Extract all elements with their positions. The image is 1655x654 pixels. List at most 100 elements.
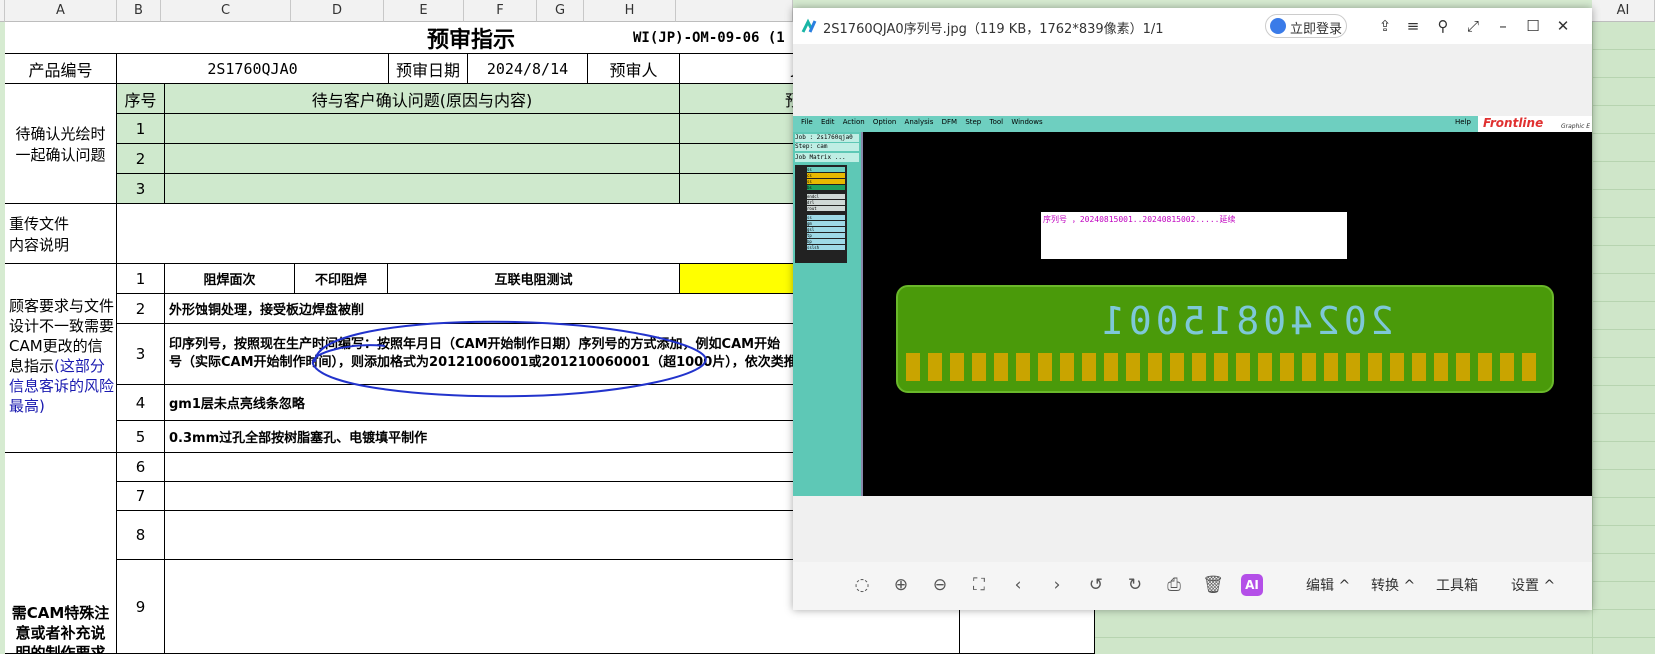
item1-solder-side[interactable]: 阻焊面次 (165, 264, 295, 294)
layer-item[interactable]: sslsh (807, 245, 845, 250)
edit-menu[interactable]: 编辑 ^ (1306, 575, 1350, 595)
layer-item[interactable]: rout (807, 206, 845, 211)
menu-icon[interactable]: ≡ (1403, 16, 1423, 36)
cam-brand-sub: Graphic E (1561, 123, 1591, 130)
column-header-i[interactable] (676, 0, 793, 22)
layer-item[interactable]: ss (807, 167, 845, 172)
product-label[interactable]: 产品编号 (5, 54, 117, 84)
question-cell[interactable] (165, 114, 680, 144)
fit-screen-icon[interactable]: ⛶ (968, 574, 990, 596)
row-number[interactable]: 1 (117, 264, 165, 294)
column-header-c[interactable]: C (161, 0, 291, 22)
question-header[interactable]: 待与客户确认问题(原因与内容) (165, 84, 680, 114)
cam-divider (861, 132, 863, 496)
convert-menu[interactable]: 转换 ^ (1371, 575, 1415, 595)
layer-item[interactable]: drl (807, 200, 845, 205)
app-logo-icon (801, 18, 817, 33)
special-section-label[interactable]: 需CAM特殊注意或者补充说明的制作要求 (5, 453, 117, 654)
user-avatar-icon (1270, 18, 1286, 34)
row-number[interactable]: 3 (117, 324, 165, 385)
column-header-b[interactable]: B (117, 0, 161, 22)
settings-label: 设置 (1511, 578, 1539, 594)
item1-resistance-test[interactable]: 互联电阻测试 (388, 264, 680, 294)
ai-button[interactable]: AI (1241, 574, 1263, 596)
cam-left-panel: Job : 2s1760qja0 Step: cam Job Matrix ..… (793, 132, 861, 496)
item1-no-solder[interactable]: 不印阻焊 (295, 264, 388, 294)
cam-note: 序列号 ，20240815001..20240815002.....延续 (1043, 215, 1236, 224)
row-number[interactable]: 2 (117, 294, 165, 324)
reupload-label[interactable]: 重传文件 内容说明 (5, 204, 117, 264)
cam-matrix-button[interactable]: Job Matrix ... (795, 153, 859, 162)
image-canvas[interactable]: File Edit Action Option Analysis DFM Ste… (793, 44, 1592, 562)
row-number[interactable]: 3 (117, 174, 165, 204)
layer-item[interactable]: bs (807, 185, 845, 190)
cam-help: Help (1455, 118, 1471, 126)
pin-icon[interactable]: ⚲ (1433, 16, 1453, 36)
layer-item[interactable]: bp (807, 239, 845, 244)
next-icon[interactable]: › (1046, 574, 1068, 596)
close-icon[interactable]: ✕ (1553, 16, 1573, 36)
cam-brand: Frontline (1483, 116, 1544, 130)
viewer-toolbar: ◌ ⊕ ⊖ ⛶ ‹ › ↺ ↻ ⎙ 🗑 AI 编辑 ^ 转换 ^ 工具箱 设置 … (793, 562, 1592, 610)
column-divider (1592, 22, 1593, 654)
pcb-pad-row (906, 353, 1544, 381)
layer-item[interactable]: cs (807, 173, 845, 178)
review-date-value[interactable]: 2024/8/14 (468, 54, 588, 84)
zoom-in-icon[interactable]: ⊕ (890, 574, 912, 596)
fullscreen-icon[interactable]: ⤢ (1463, 16, 1483, 36)
cam-step: Step: cam (795, 143, 859, 151)
row-number[interactable]: 1 (117, 114, 165, 144)
column-header-e[interactable]: E (384, 0, 464, 22)
question-cell[interactable] (165, 174, 680, 204)
delete-icon[interactable]: 🗑 (1202, 574, 1224, 596)
zoom-out-icon[interactable]: ⊖ (929, 574, 951, 596)
settings-menu[interactable]: 设置 ^ (1511, 575, 1555, 595)
rotate-right-icon[interactable]: ↻ (1124, 574, 1146, 596)
confirm-section-label[interactable]: 待确认光绘时一起确认问题 (5, 84, 117, 204)
login-button[interactable]: 立即登录 (1265, 14, 1347, 38)
rotate-left-icon[interactable]: ↺ (1085, 574, 1107, 596)
prev-icon[interactable]: ‹ (1007, 574, 1029, 596)
seq-header[interactable]: 序号 (117, 84, 165, 114)
special-section-text: 需CAM特殊注意或者补充说明的制作要求 (11, 604, 110, 654)
edit-label: 编辑 (1306, 578, 1334, 594)
row-number[interactable]: 9 (117, 560, 165, 654)
product-value[interactable]: 2S1760QJA0 (117, 54, 389, 84)
layer-item[interactable]: ss (807, 215, 845, 220)
layer-item[interactable]: ss (807, 179, 845, 184)
minimize-icon[interactable]: – (1493, 16, 1513, 36)
mouse-icon[interactable]: ◌ (851, 574, 873, 596)
share-icon[interactable]: ⇪ (1375, 16, 1395, 36)
layer-item[interactable]: endcl (807, 194, 845, 199)
column-header-d[interactable]: D (291, 0, 384, 22)
layer-item[interactable]: tp (807, 233, 845, 238)
row-number[interactable]: 8 (117, 511, 165, 560)
column-header-a[interactable]: A (5, 0, 117, 22)
toolbox-button[interactable]: 工具箱 (1436, 575, 1478, 595)
diff-section-label[interactable]: 顾客要求与文件设计不一致需要CAM更改的信息指示(这部分信息客诉的风险最高) (5, 264, 117, 453)
doc-number: WI(JP)-OM-09-06 (1 (633, 29, 785, 46)
login-label: 立即登录 (1290, 22, 1343, 37)
viewer-titlebar[interactable]: 2S1760QJA0序列号.jpg（119 KB，1762*839像素）1/1 … (793, 8, 1592, 44)
row-number[interactable]: 4 (117, 385, 165, 421)
cam-screenshot: File Edit Action Option Analysis DFM Ste… (793, 116, 1592, 496)
row-number[interactable]: 7 (117, 482, 165, 511)
reviewer-label[interactable]: 预审人 (588, 54, 680, 84)
column-header-ai[interactable]: AI (1592, 0, 1655, 22)
column-header-g[interactable]: G (537, 0, 584, 22)
layer-item[interactable]: gsl (807, 227, 845, 232)
ellipse-annotation (311, 320, 707, 398)
viewer-title: 2S1760QJA0序列号.jpg（119 KB，1762*839像素）1/1 (823, 22, 1164, 37)
maximize-icon[interactable]: ☐ (1523, 16, 1543, 36)
cam-layer-list[interactable]: ss cs ss bs endcl drl rout ss gm gsl tp … (795, 165, 847, 263)
column-header-h[interactable]: H (584, 0, 676, 22)
cam-note-box: 序列号 ，20240815001..20240815002.....延续 (1041, 212, 1347, 259)
row-number[interactable]: 5 (117, 421, 165, 453)
row-number[interactable]: 6 (117, 453, 165, 482)
question-cell[interactable] (165, 144, 680, 174)
column-header-f[interactable]: F (464, 0, 537, 22)
review-date-label[interactable]: 预审日期 (389, 54, 468, 84)
layer-item[interactable]: gm (807, 221, 845, 226)
print-icon[interactable]: ⎙ (1163, 574, 1185, 596)
row-number[interactable]: 2 (117, 144, 165, 174)
